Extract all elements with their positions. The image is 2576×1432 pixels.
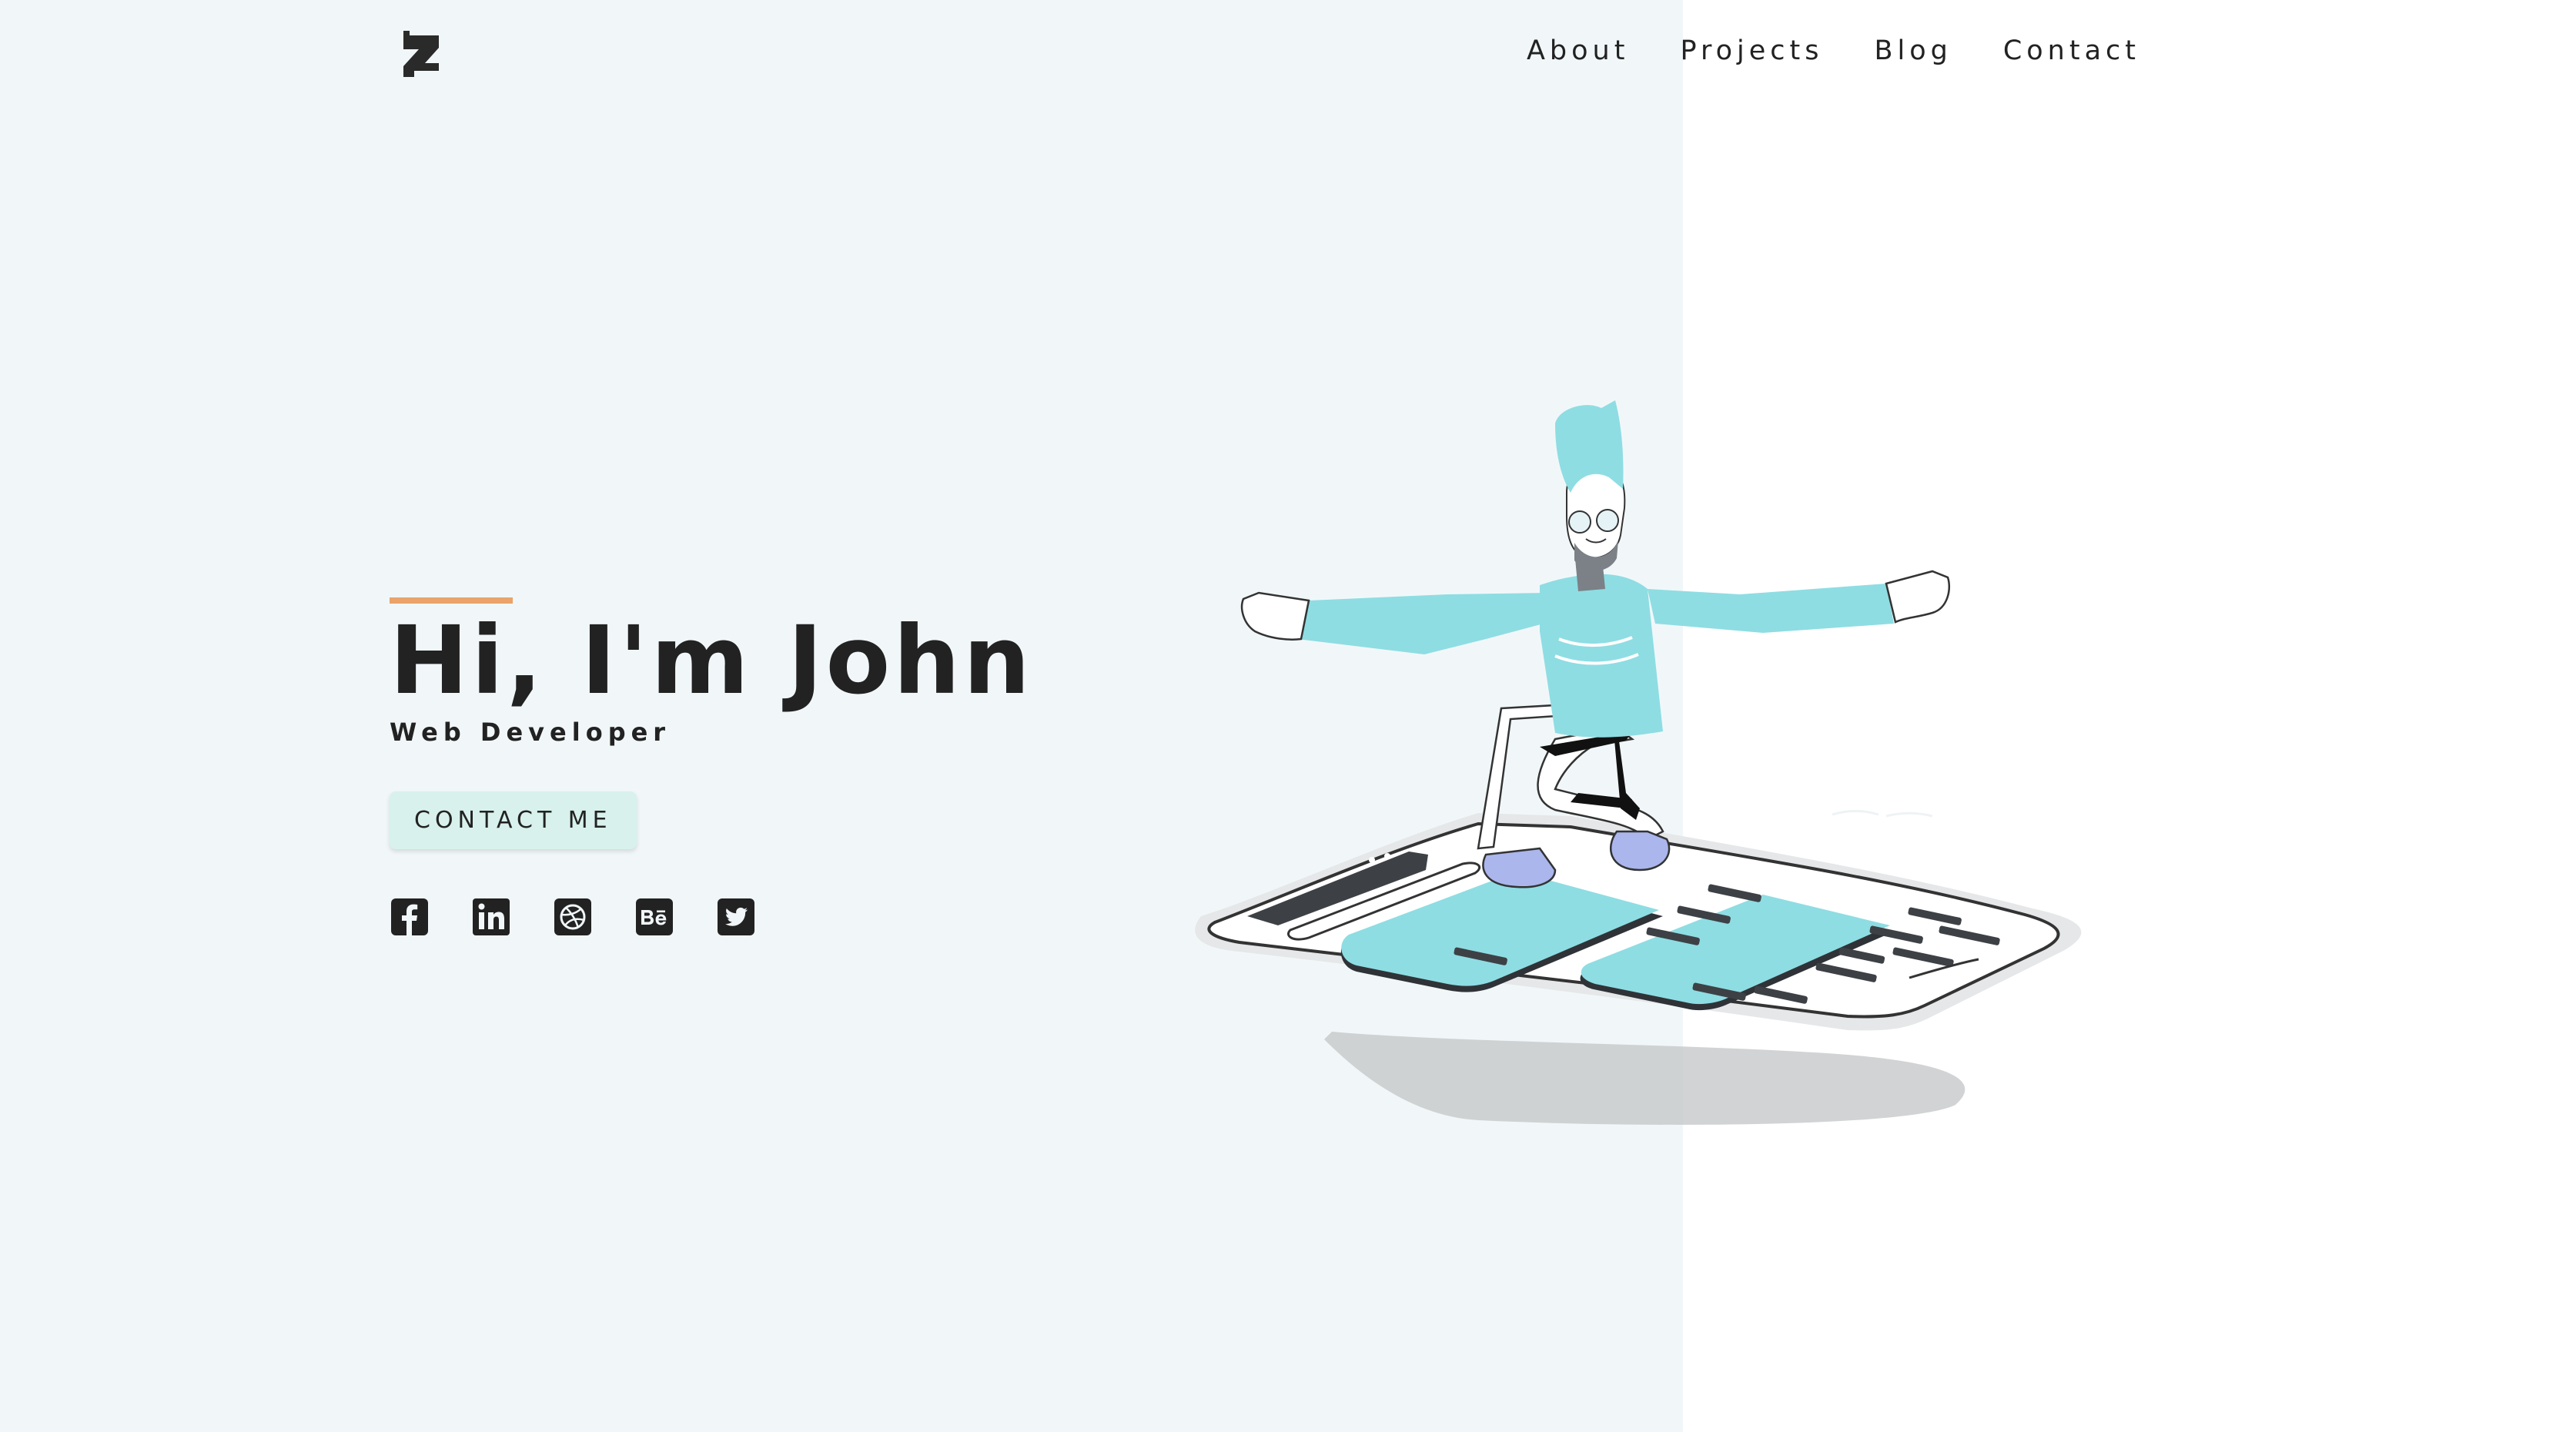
hero-title: Hi, I'm John — [390, 606, 1033, 715]
hero-illustration — [1195, 400, 2082, 1125]
phone-shadow — [1324, 1032, 1965, 1125]
logo-icon[interactable] — [399, 28, 443, 79]
contact-me-button[interactable]: CONTACT ME — [390, 791, 637, 850]
top-navigation: About Projects Blog Contact — [1476, 35, 2140, 66]
person-illustration — [1240, 400, 1951, 888]
behance-icon[interactable] — [634, 897, 674, 937]
dribbble-icon[interactable] — [553, 897, 593, 937]
social-links — [390, 897, 1033, 937]
nav-link-projects[interactable]: Projects — [1680, 35, 1823, 66]
twitter-icon[interactable] — [716, 897, 756, 937]
facebook-icon[interactable] — [390, 897, 430, 937]
nav-link-about[interactable]: About — [1527, 35, 1629, 66]
nav-link-contact[interactable]: Contact — [2003, 35, 2140, 66]
nav-link-blog[interactable]: Blog — [1874, 35, 1952, 66]
hero-subtitle: Web Developer — [390, 718, 671, 748]
hero-section: Hi, I'm John Web Developer CONTACT ME — [390, 597, 1033, 937]
accent-line — [390, 597, 513, 604]
linkedin-icon[interactable] — [471, 897, 511, 937]
